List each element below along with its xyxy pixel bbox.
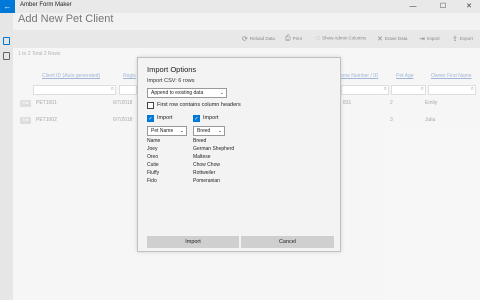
print-button[interactable]: ⎙ Print: [285, 35, 302, 43]
app-title: Amber Form Maker: [20, 2, 72, 8]
first-row-header-label: First row contains column headers: [157, 102, 241, 108]
toolbar: ⟳ Reload Data ⎙ Print ◌ Show Admin Columns …: [13, 30, 480, 48]
minimize-button[interactable]: —: [402, 0, 424, 13]
preview-col-2-row: German Shepherd: [193, 146, 235, 152]
reload-icon: ⟳: [242, 36, 248, 43]
preview-col-2-row: Pomeranian: [193, 178, 220, 184]
first-row-header-checkbox[interactable]: [147, 102, 154, 109]
import-column-2-label: Import: [203, 115, 219, 121]
preview-col-1-row: Cutie: [147, 162, 159, 168]
page-title: Add New Pet Client: [18, 13, 114, 25]
column-2-field-dropdown[interactable]: Breed ⌄: [193, 126, 225, 136]
import-icon: ⇥: [419, 36, 425, 43]
preview-col-1-row: Name: [147, 138, 161, 144]
cancel-button[interactable]: Cancel: [241, 236, 334, 248]
document-icon[interactable]: [3, 52, 10, 60]
column-1-field-dropdown[interactable]: Pet Name ⌄: [147, 126, 187, 136]
export-icon: ⇪: [452, 36, 458, 43]
reload-data-button[interactable]: ⟳ Reload Data: [242, 35, 275, 43]
import-column-1-checkbox[interactable]: ✓: [147, 115, 154, 122]
preview-col-2-row: Chow Chow: [193, 162, 220, 168]
title-bar: ← Amber Form Maker — ☐ ✕: [0, 0, 480, 13]
erase-icon: ✕: [377, 36, 383, 43]
import-mode-dropdown[interactable]: Append to existing data ⌄: [147, 88, 227, 98]
checkmark-icon: ✓: [148, 116, 153, 122]
erase-data-button[interactable]: ✕ Erase Data: [377, 35, 407, 43]
import-column-2-checkbox[interactable]: ✓: [193, 115, 200, 122]
print-icon: ⎙: [285, 35, 291, 42]
preview-col-1-row: Joey: [147, 146, 158, 152]
preview-col-2-row: Breed: [193, 138, 207, 144]
minimize-icon: —: [409, 3, 417, 10]
close-icon: ✕: [466, 3, 472, 10]
chevron-down-icon: ⌄: [217, 128, 222, 134]
preview-col-2-row: Rottweiler: [193, 170, 216, 176]
checkmark-icon: ✓: [194, 116, 199, 122]
back-arrow-icon: ←: [3, 2, 12, 11]
preview-col-1-row: Oreo: [147, 154, 159, 160]
preview-col-1-row: Fluffy: [147, 170, 160, 176]
import-column-1-label: Import: [157, 115, 173, 121]
admin-columns-icon: ◌: [316, 35, 321, 42]
dialog-subtitle: Import CSV: 6 rows: [147, 78, 195, 84]
import-confirm-button[interactable]: Import: [147, 236, 239, 248]
chevron-down-icon: ⌄: [219, 90, 224, 96]
maximize-icon: ☐: [439, 3, 447, 10]
export-button[interactable]: ⇪ Export: [452, 35, 473, 43]
dialog-title: Import Options: [147, 65, 197, 74]
chevron-down-icon: ⌄: [179, 128, 184, 134]
back-button[interactable]: ←: [0, 0, 15, 13]
left-navigation-bar: [0, 13, 13, 300]
import-options-dialog: Import Options Import CSV: 6 rows Append…: [137, 57, 341, 252]
close-window-button[interactable]: ✕: [458, 0, 480, 13]
maximize-button[interactable]: ☐: [432, 0, 454, 13]
form-icon[interactable]: [3, 37, 10, 45]
import-button[interactable]: ⇥ Import: [419, 35, 440, 43]
preview-col-1-row: Fido: [147, 178, 157, 184]
show-admin-columns-button[interactable]: ◌ Show Admin Columns: [316, 35, 366, 42]
preview-col-2-row: Maltese: [193, 154, 211, 160]
